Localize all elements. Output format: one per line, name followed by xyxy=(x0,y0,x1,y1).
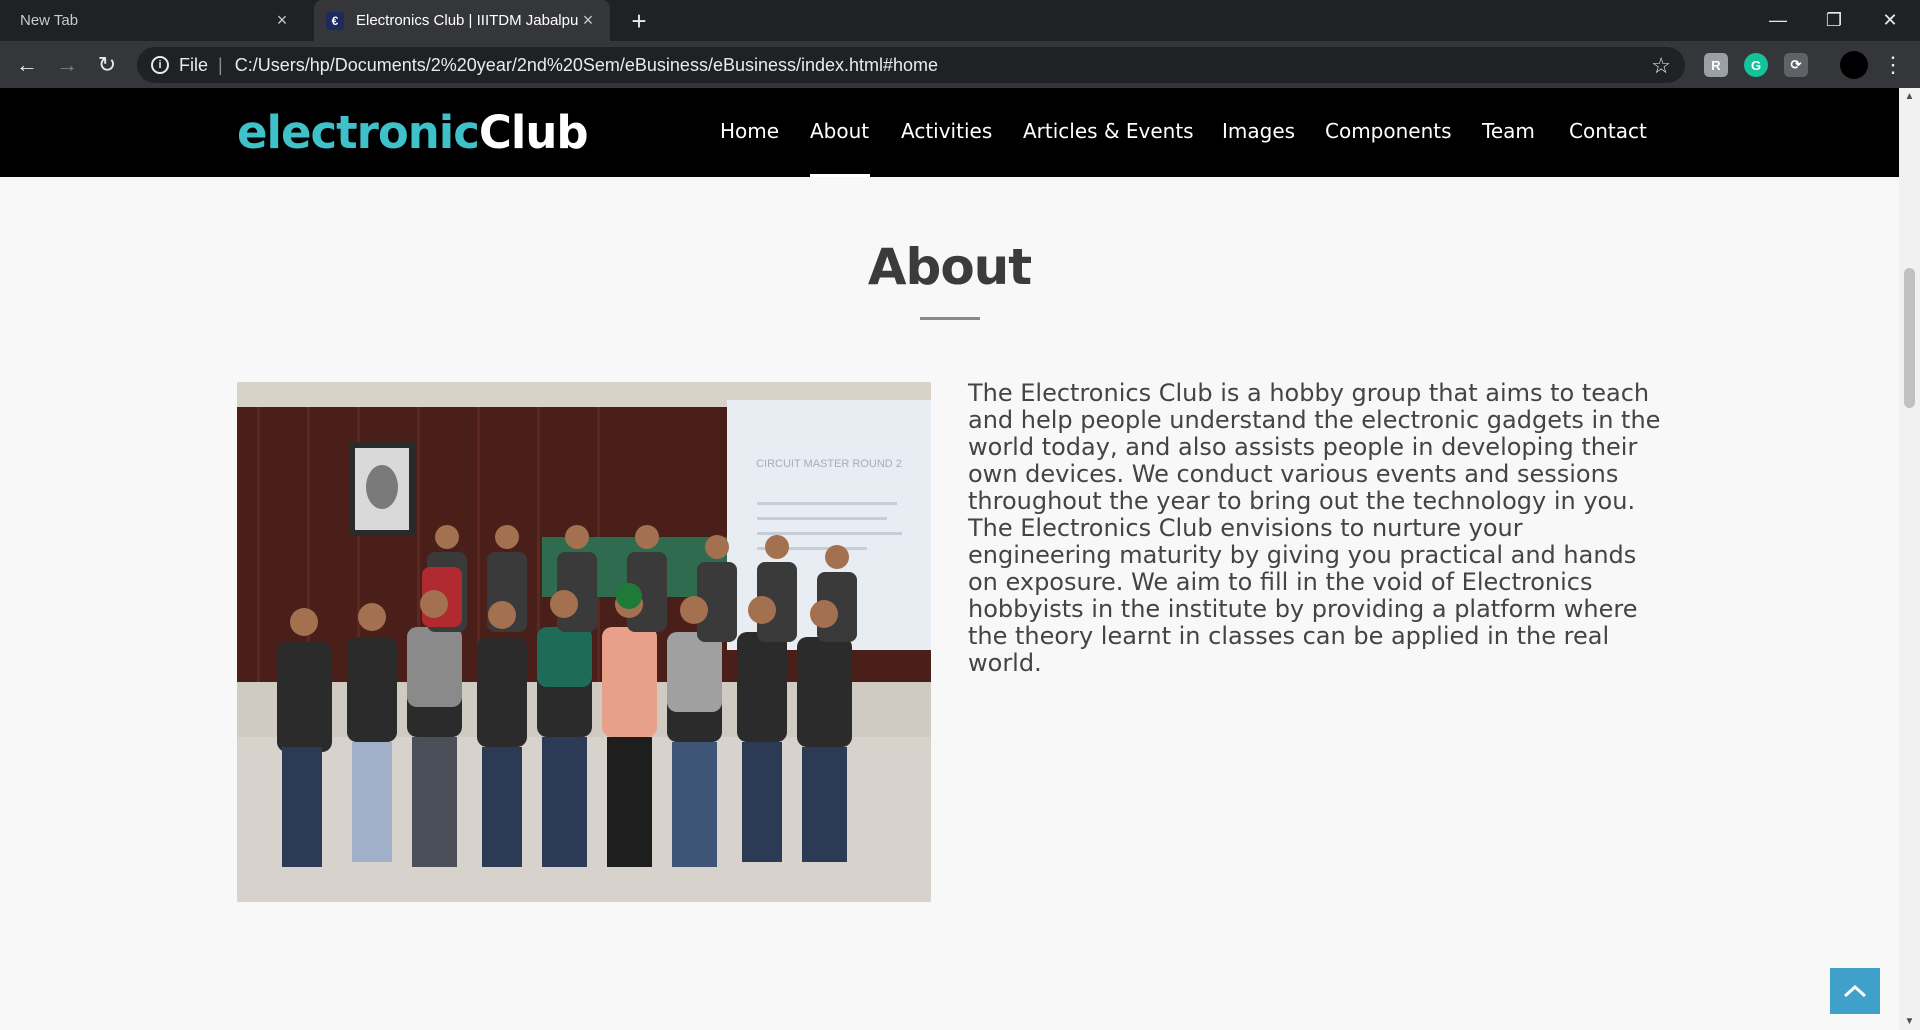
close-icon[interactable]: × xyxy=(272,10,292,31)
scheme-label: File xyxy=(179,54,209,75)
tab-title: Electronics Club | IIITDM Jabalpur xyxy=(356,12,578,29)
reader-extension-icon[interactable]: R xyxy=(1704,53,1728,77)
back-button[interactable]: ← xyxy=(10,48,44,82)
nav-activities[interactable]: Activities xyxy=(901,119,992,143)
browser-toolbar: ← → ↻ i File | C:/Users/hp/Documents/2%2… xyxy=(0,41,1920,88)
forward-button[interactable]: → xyxy=(50,48,84,82)
page-scrollbar[interactable]: ▲ ▼ xyxy=(1899,88,1920,1030)
nav-components[interactable]: Components xyxy=(1325,119,1452,143)
nav-articles-events[interactable]: Articles & Events xyxy=(1023,119,1194,143)
window-close-button[interactable]: ✕ xyxy=(1862,0,1918,41)
site-header: electronicClub Home About Activities Art… xyxy=(0,88,1899,177)
bookmark-star-icon[interactable]: ☆ xyxy=(1651,53,1671,79)
about-description: The Electronics Club is a hobby group th… xyxy=(968,379,1661,677)
tab-new-tab[interactable]: New Tab × xyxy=(8,0,304,41)
section-title: About xyxy=(867,238,1032,296)
minimize-button[interactable]: — xyxy=(1750,0,1806,41)
menu-dots-icon[interactable]: ⋮ xyxy=(1876,48,1910,82)
scroll-to-top-button[interactable] xyxy=(1830,968,1880,1014)
nav-team[interactable]: Team xyxy=(1482,119,1535,143)
url-text[interactable]: C:/Users/hp/Documents/2%20year/2nd%20Sem… xyxy=(235,55,938,76)
tab-electronics-club[interactable]: € Electronics Club | IIITDM Jabalpur × xyxy=(314,0,610,41)
profile-avatar[interactable] xyxy=(1840,51,1868,79)
main-nav: Home About Activities Articles & Events … xyxy=(0,88,1899,177)
nav-home[interactable]: Home xyxy=(720,119,779,143)
tab-title: New Tab xyxy=(20,12,79,29)
grammarly-icon[interactable]: G xyxy=(1744,53,1768,77)
title-divider xyxy=(920,317,980,320)
scroll-up-arrow-icon[interactable]: ▲ xyxy=(1904,91,1915,102)
reload-button[interactable]: ↻ xyxy=(90,48,124,82)
scroll-thumb[interactable] xyxy=(1904,268,1915,408)
active-nav-indicator xyxy=(810,174,870,177)
new-tab-button[interactable]: + xyxy=(622,4,656,38)
restore-button[interactable]: ❐ xyxy=(1806,0,1862,41)
info-icon[interactable]: i xyxy=(151,56,169,74)
separator: | xyxy=(218,54,223,75)
tab-strip: New Tab × € Electronics Club | IIITDM Ja… xyxy=(0,0,1920,41)
screen-capture-icon[interactable]: ⟳ xyxy=(1784,53,1808,77)
scroll-down-arrow-icon[interactable]: ▼ xyxy=(1904,1016,1915,1027)
address-bar[interactable]: i File | C:/Users/hp/Documents/2%20year/… xyxy=(137,47,1685,83)
site-favicon-icon: € xyxy=(326,11,344,30)
club-group-photo: CIRCUIT MASTER ROUND 2 xyxy=(237,382,931,902)
page-viewport: electronicClub Home About Activities Art… xyxy=(0,88,1899,1030)
nav-about[interactable]: About xyxy=(810,119,869,143)
nav-contact[interactable]: Contact xyxy=(1569,119,1647,143)
close-icon[interactable]: × xyxy=(578,10,598,31)
chevron-up-icon xyxy=(1843,984,1867,998)
nav-images[interactable]: Images xyxy=(1222,119,1295,143)
slide-heading: CIRCUIT MASTER ROUND 2 xyxy=(756,458,902,470)
